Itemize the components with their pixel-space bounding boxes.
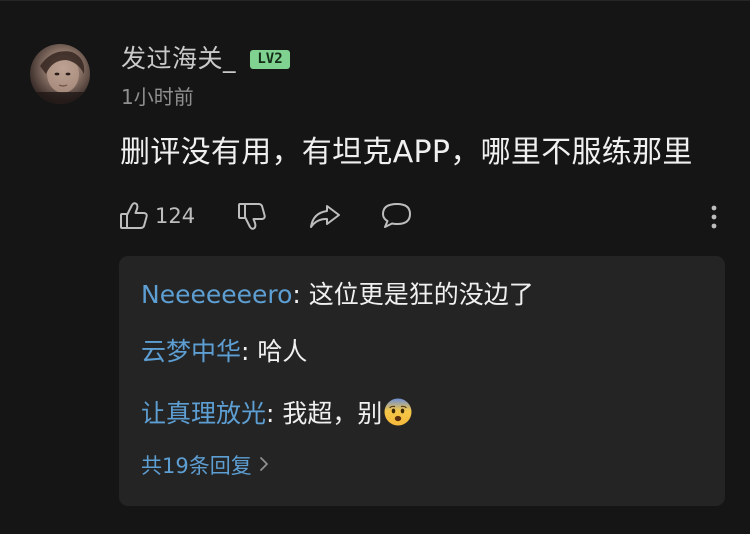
reply-author[interactable]: 让真理放光 <box>141 399 266 428</box>
username[interactable]: 发过海关_ <box>121 43 236 75</box>
view-all-replies-label: 共19条回复 <box>141 454 252 478</box>
reply-author[interactable]: Neeeeeeero <box>141 280 292 309</box>
action-bar: 124 <box>118 196 730 236</box>
reply-text: 我超，别 <box>282 399 383 428</box>
reply-button[interactable] <box>380 196 414 236</box>
fearful-face-emoji-icon <box>383 397 413 427</box>
reply-item[interactable]: 让真理放光: 我超，别 <box>141 397 413 431</box>
like-count: 124 <box>155 204 196 228</box>
level-badge: LV2 <box>250 50 290 69</box>
avatar[interactable] <box>30 44 90 104</box>
top-divider <box>0 0 750 1</box>
comment-icon <box>380 200 414 232</box>
reply-text: 哈人 <box>257 337 308 366</box>
reply-author[interactable]: 云梦中华 <box>141 337 241 366</box>
reply-text: 这位更是狂的没边了 <box>308 280 534 309</box>
more-options-button[interactable] <box>704 196 724 236</box>
thumbs-up-icon <box>118 200 150 232</box>
comment-text: 删评没有用，有坦克APP，哪里不服练那里 <box>120 135 693 170</box>
dislike-button[interactable] <box>236 196 268 236</box>
reply-item[interactable]: Neeeeeeero: 这位更是狂的没边了 <box>141 278 534 312</box>
reply-item[interactable]: 云梦中华: 哈人 <box>141 335 307 369</box>
thumbs-down-icon <box>236 200 268 232</box>
view-all-replies-link[interactable]: 共19条回复 <box>141 452 270 480</box>
share-button[interactable] <box>308 196 342 236</box>
like-button[interactable]: 124 <box>118 196 195 236</box>
replies-panel: Neeeeeeero: 这位更是狂的没边了 云梦中华: 哈人 让真理放光: 我超… <box>119 256 725 506</box>
timestamp: 1小时前 <box>121 85 194 109</box>
share-icon <box>308 200 342 232</box>
more-vertical-icon <box>704 200 724 232</box>
reply-separator: : <box>292 280 309 309</box>
reply-separator: : <box>266 399 283 428</box>
reply-separator: : <box>241 337 258 366</box>
chevron-right-icon <box>252 452 270 480</box>
